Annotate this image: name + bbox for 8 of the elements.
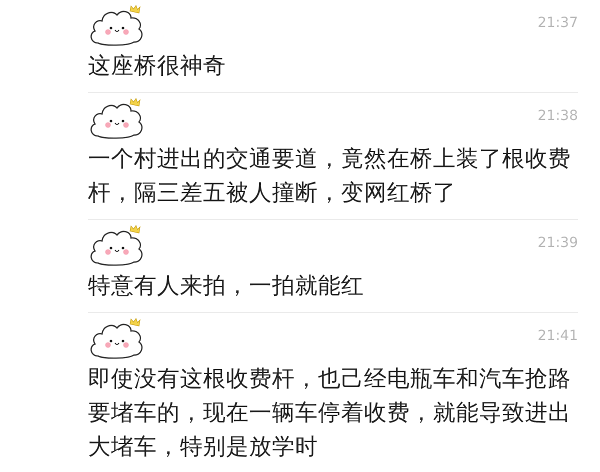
message-time: 21:37	[538, 15, 578, 31]
message-text: 一个村进出的交通要道，竟然在桥上装了根收费杆，隔三差五被人撞断，变网红桥了	[88, 145, 572, 208]
message-text: 特意有人来拍，一拍就能红	[88, 272, 365, 301]
message-text: 即使没有这根收费杆，也己经电瓶车和汽车抢路要堵车的，现在一辆车停着收费，就能导致进出大堵车，特别是放学时	[88, 365, 572, 462]
message-time: 21:38	[538, 108, 578, 124]
message-text: 这座桥很神奇	[88, 52, 227, 81]
message-time: 21:39	[538, 235, 578, 251]
message-time: 21:41	[538, 328, 578, 344]
